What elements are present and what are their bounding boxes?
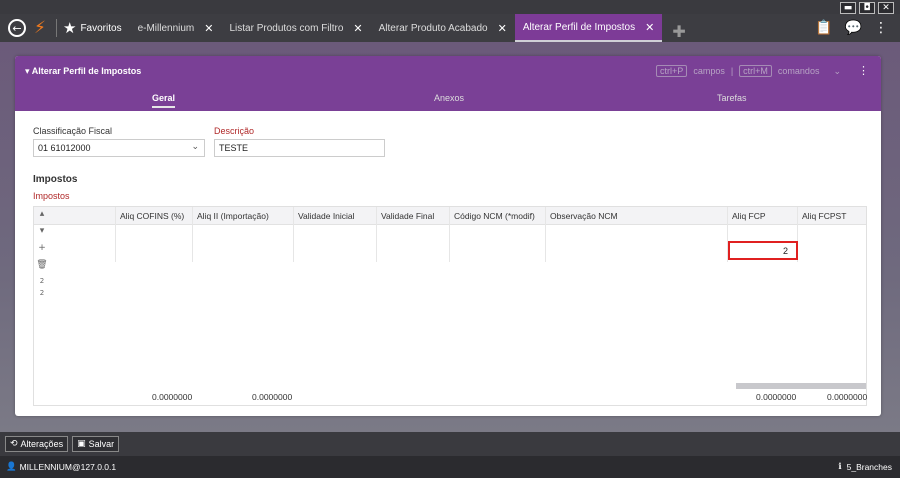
info-icon: ℹ [838,462,842,472]
add-tab-icon[interactable]: ✚ [672,22,685,41]
collapse-icon: ▾ [25,66,30,76]
sort-down-icon[interactable]: ▾ [36,226,48,243]
workspace: ▾ Alterar Perfil de Impostos ctrl+P camp… [0,42,900,432]
column-header[interactable]: Validade Inicial [298,211,355,221]
tab-alterar-perfil[interactable]: Alterar Perfil de Impostos ✕ [514,14,663,42]
column-divider [376,207,377,262]
app-logo-icon: ⚡ [34,18,46,38]
subtab-bar: Geral Anexos Tarefas [15,89,881,111]
top-bar: ← ⚡ ★ Favoritos e-Millennium ✕ Listar Pr… [0,14,900,42]
hint-divider: | [730,66,734,76]
close-tab-icon[interactable]: ✕ [204,22,213,35]
column-divider [449,207,450,262]
fields-shortcut-key: ctrl+P [656,65,688,77]
close-tab-icon[interactable]: ✕ [645,21,654,34]
bottom-action-bar: ⟲ Alterações ▣ Salvar [0,432,900,456]
total-aliq-fcpst: 0.0000000 [827,392,868,402]
grid-header: Aliq COFINS (%) Aliq II (Importação) Val… [34,207,866,225]
favorites-label: Favoritos [80,22,122,34]
salvar-button[interactable]: ▣ Salvar [72,436,120,452]
star-icon: ★ [63,19,77,37]
subtab-geral[interactable]: Geral [152,93,176,108]
column-divider [192,207,193,262]
impostos-grid-label: Impostos [33,191,70,201]
form-panel: ▾ Alterar Perfil de Impostos ctrl+P camp… [15,56,881,416]
impostos-grid: Aliq COFINS (%) Aliq II (Importação) Val… [33,206,867,406]
row-count: 2 [39,289,45,297]
row-count: 2 [39,277,45,285]
tab-label: Listar Produtos com Filtro [229,22,344,34]
total-aliq-cofins: 0.0000000 [152,392,193,402]
column-header[interactable]: Aliq FCPST [802,211,846,221]
add-row-icon[interactable]: + [36,243,48,260]
subtab-anexos[interactable]: Anexos [434,93,464,103]
grid-side-tools: ▴ ▾ + 🗑 2 2 [36,209,48,301]
panel-title[interactable]: ▾ Alterar Perfil de Impostos [25,66,141,77]
window-controls: ▬ ◘ ✕ [840,2,894,14]
tab-label: Alterar Perfil de Impostos [522,21,636,33]
column-divider [545,207,546,262]
fields-shortcut-label: campos [693,66,725,76]
status-bar: 👤 MILLENNIUM@127.0.0.1 ℹ 5_Branches [0,456,900,478]
impostos-section-title: Impostos [33,174,78,185]
column-header[interactable]: Aliq COFINS (%) [120,211,184,221]
clipboard-icon[interactable]: 📋 [815,20,832,36]
user-label: MILLENNIUM@127.0.0.1 [19,462,117,472]
tab-label: Alterar Produto Acabado [378,22,488,34]
tab-listar-produtos[interactable]: Listar Produtos com Filtro ✕ [221,14,370,42]
total-aliq-ii: 0.0000000 [252,392,293,402]
horizontal-scrollbar[interactable] [736,383,866,389]
chevron-down-icon: ⌄ [191,142,199,152]
shortcut-hints: ctrl+P campos | ctrl+M comandos ⌄ [656,65,841,77]
panel-header: ▾ Alterar Perfil de Impostos ctrl+P camp… [15,56,881,111]
descricao-label: Descrição [214,126,255,136]
alteracoes-button[interactable]: ⟲ Alterações [5,436,69,452]
close-tab-icon[interactable]: ✕ [498,22,507,35]
total-aliq-fcp: 0.0000000 [756,392,797,402]
top-right-icons: 📋 💬 ⋮ [815,20,888,36]
delete-row-icon[interactable]: 🗑 [36,260,48,277]
favorites-button[interactable]: ★ Favoritos [63,19,122,37]
close-tab-icon[interactable]: ✕ [353,22,362,35]
status-user: 👤 MILLENNIUM@127.0.0.1 [6,462,116,472]
minimize-button[interactable]: ▬ [840,2,856,14]
save-icon: ▣ [77,439,86,449]
classificacao-fiscal-select[interactable]: 01 61012000 ⌄ [33,139,205,157]
subtab-tarefas[interactable]: Tarefas [717,93,747,103]
maximize-button[interactable]: ◘ [859,2,875,14]
history-icon: ⟲ [10,439,18,449]
commands-shortcut-label: comandos [777,66,820,76]
chat-icon[interactable]: 💬 [845,20,862,36]
column-header[interactable]: Validade Final [381,211,434,221]
close-window-button[interactable]: ✕ [878,2,894,14]
tab-e-millennium[interactable]: e-Millennium ✕ [130,14,222,42]
column-header[interactable]: Aliq FCP [732,211,766,221]
column-divider [115,207,116,262]
column-header[interactable]: Aliq II (Importação) [197,211,269,221]
aliq-fcp-cell-editor[interactable]: 2 [728,241,798,260]
column-divider [293,207,294,262]
back-icon[interactable]: ← [8,19,26,37]
user-icon: 👤 [6,462,17,472]
classificacao-fiscal-label: Classificação Fiscal [33,126,113,136]
branch-label: 5_Branches [846,462,892,472]
chevron-down-icon[interactable]: ⌄ [833,66,841,77]
separator [56,19,57,37]
more-menu-icon[interactable]: ⋮ [874,20,888,36]
column-header[interactable]: Código NCM (*modif) [454,211,535,221]
column-header[interactable]: Observação NCM [550,211,618,221]
descricao-input[interactable]: TESTE [214,139,385,157]
commands-shortcut-key: ctrl+M [739,65,772,77]
panel-menu-icon[interactable]: ⋮ [858,64,869,77]
sort-up-icon[interactable]: ▴ [36,209,48,226]
status-branch: ℹ 5_Branches [838,462,892,472]
tab-alterar-produto[interactable]: Alterar Produto Acabado ✕ [371,14,515,42]
tab-label: e-Millennium [137,22,195,34]
